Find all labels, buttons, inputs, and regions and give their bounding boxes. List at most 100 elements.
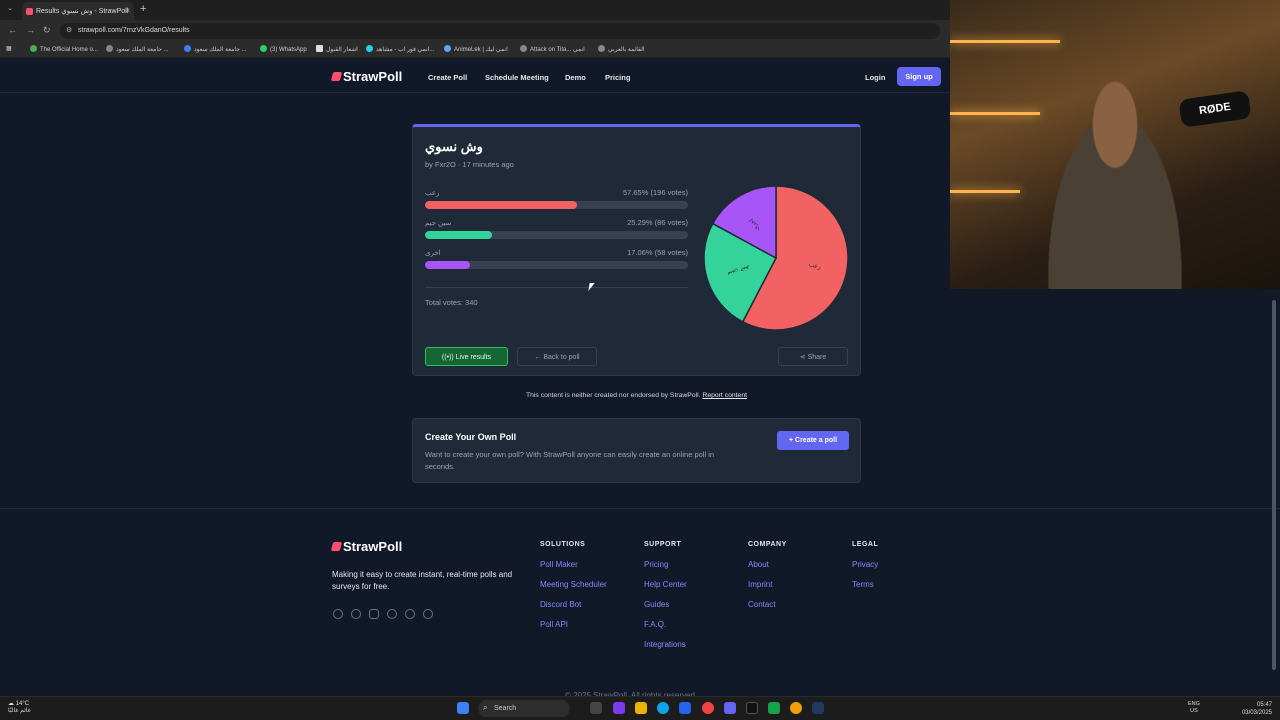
instagram-icon[interactable] bbox=[369, 609, 379, 619]
app-icon[interactable] bbox=[679, 702, 691, 714]
url-text: strawpoll.com/7rnzVkGdanO/results bbox=[78, 27, 190, 34]
app-icon[interactable] bbox=[746, 702, 758, 714]
share-button[interactable]: ⋖ Share bbox=[778, 347, 848, 366]
create-a-poll-button[interactable]: + Create a poll bbox=[777, 431, 849, 450]
footer-link[interactable]: Guides bbox=[644, 600, 669, 609]
plus-icon: + bbox=[788, 437, 794, 444]
poll-results-card: وش نسوي by Fxr2O · 17 minutes ago رعب 57… bbox=[412, 124, 861, 376]
footer-link[interactable]: Contact bbox=[748, 600, 776, 609]
footer-link[interactable]: Imprint bbox=[748, 580, 772, 589]
option-label: اخرى bbox=[425, 250, 441, 257]
windows-taskbar: ☁ 14°C غائم غالبًا ⌕ Search ENG US 05:47… bbox=[0, 696, 1280, 720]
close-tab-icon[interactable]: × bbox=[125, 6, 130, 15]
edge-icon[interactable] bbox=[657, 702, 669, 714]
twitter-icon[interactable] bbox=[351, 609, 361, 619]
footer-heading-company: COMPANY bbox=[748, 541, 787, 548]
language-indicator[interactable]: ENG US bbox=[1188, 701, 1200, 715]
bookmark-item[interactable]: Attack on Tita... انمي bbox=[520, 45, 585, 53]
system-clock[interactable]: 05:47 03/03/2025 bbox=[1236, 701, 1272, 717]
option-stat: 17.06% (58 votes) bbox=[627, 248, 688, 257]
bookmark-item[interactable]: AnimeLek | انمي ليك bbox=[444, 45, 508, 53]
steam-icon[interactable] bbox=[812, 702, 824, 714]
signup-button[interactable]: Sign up bbox=[897, 67, 941, 86]
taskbar-search[interactable]: ⌕ Search bbox=[478, 700, 570, 717]
total-votes: Total votes: 340 bbox=[425, 298, 478, 307]
footer-heading-legal: LEGAL bbox=[852, 541, 879, 548]
footer-link[interactable]: Discord Bot bbox=[540, 600, 581, 609]
strawpoll-logo[interactable]: StrawPoll bbox=[330, 69, 402, 84]
bookmark-item[interactable]: The Official Home o... bbox=[30, 45, 98, 53]
app-icon[interactable] bbox=[768, 702, 780, 714]
bookmark-item[interactable]: انمي فور اب - مشاهد... bbox=[366, 45, 434, 53]
cloud-icon: ☁ bbox=[8, 701, 14, 707]
footer-link[interactable]: Integrations bbox=[644, 640, 686, 649]
bookmark-item[interactable]: اشعار القبول bbox=[316, 45, 358, 53]
results-pie-chart: رعبسين جيماخرى bbox=[703, 185, 849, 331]
nav-demo[interactable]: Demo bbox=[565, 73, 586, 82]
live-results-button[interactable]: ((•)) Live results bbox=[425, 347, 508, 366]
reload-icon[interactable]: ↻ bbox=[43, 25, 51, 36]
footer-link[interactable]: About bbox=[748, 560, 769, 569]
login-link[interactable]: Login bbox=[865, 73, 885, 82]
forward-arrow-icon[interactable]: → bbox=[26, 25, 35, 35]
footer-link[interactable]: Terms bbox=[852, 580, 874, 589]
discord-app-icon[interactable] bbox=[724, 702, 736, 714]
new-tab-icon[interactable]: + bbox=[140, 3, 146, 15]
nav-create-poll[interactable]: Create Poll bbox=[428, 73, 467, 82]
bookmark-item[interactable]: جامعة الملك سعود ... bbox=[184, 45, 247, 53]
file-explorer-icon[interactable] bbox=[635, 702, 647, 714]
tab-menu-icon[interactable]: ⌄ bbox=[4, 3, 16, 15]
footer-link[interactable]: Pricing bbox=[644, 560, 668, 569]
nav-pricing[interactable]: Pricing bbox=[605, 73, 630, 82]
browser-tab[interactable]: Results وش نسوي - StrawPoll × bbox=[22, 2, 134, 20]
back-arrow-icon[interactable]: ← bbox=[8, 25, 17, 35]
option-bar-track bbox=[425, 261, 688, 269]
search-icon: ⌕ bbox=[483, 703, 488, 712]
back-to-poll-button[interactable]: ← Back to poll bbox=[517, 347, 597, 366]
footer-logo[interactable]: StrawPoll bbox=[330, 539, 402, 554]
create-poll-card: Create Your Own Poll Want to create your… bbox=[412, 418, 861, 483]
footer-link[interactable]: Privacy bbox=[852, 560, 878, 569]
site-info-icon[interactable]: ⚙ bbox=[66, 26, 72, 34]
github-icon[interactable] bbox=[405, 609, 415, 619]
option-bar-fill bbox=[425, 261, 470, 269]
bookmark-item[interactable]: (3) WhatsApp bbox=[260, 45, 307, 53]
windows-start-icon[interactable] bbox=[457, 702, 469, 714]
footer-heading-support: SUPPORT bbox=[644, 541, 682, 548]
option-bar-track bbox=[425, 201, 688, 209]
chrome-icon[interactable] bbox=[790, 702, 802, 714]
footer-link[interactable]: Poll Maker bbox=[540, 560, 578, 569]
report-content-link[interactable]: Report content bbox=[702, 392, 747, 399]
option-label: سين جيم bbox=[425, 220, 452, 227]
footer-link[interactable]: Poll API bbox=[540, 620, 568, 629]
url-field[interactable]: ⚙ strawpoll.com/7rnzVkGdanO/results bbox=[60, 23, 940, 39]
divider bbox=[425, 287, 688, 288]
footer-link[interactable]: Help Center bbox=[644, 580, 687, 589]
create-poll-title: Create Your Own Poll bbox=[425, 432, 517, 442]
footer-tagline: Making it easy to create instant, real-t… bbox=[332, 570, 513, 591]
weather-widget[interactable]: ☁ 14°C غائم غالبًا bbox=[8, 701, 31, 715]
browser-tab-bar: ⌄ Results وش نسوي - StrawPoll × + bbox=[0, 0, 950, 20]
poll-meta: by Fxr2O · 17 minutes ago bbox=[425, 160, 514, 169]
bookmark-item[interactable]: جامعة الملك سعود ... bbox=[106, 45, 169, 53]
share-icon: ⋖ bbox=[799, 354, 806, 361]
site-footer: StrawPoll Making it easy to create insta… bbox=[0, 508, 1280, 700]
task-view-icon[interactable] bbox=[590, 702, 602, 714]
webcam-overlay: RØDE bbox=[950, 0, 1280, 289]
footer-link[interactable]: Meeting Scheduler bbox=[540, 580, 607, 589]
facebook-icon[interactable] bbox=[387, 609, 397, 619]
discord-icon[interactable] bbox=[333, 609, 343, 619]
nav-schedule-meeting[interactable]: Schedule Meeting bbox=[485, 73, 549, 82]
arrow-left-icon: ← bbox=[534, 354, 542, 361]
footer-link[interactable]: F.A.Q. bbox=[644, 620, 666, 629]
scrollbar[interactable] bbox=[1272, 300, 1276, 670]
bookmark-item[interactable]: القائمة بالعربي bbox=[598, 45, 645, 53]
option-stat: 57.65% (196 votes) bbox=[622, 188, 688, 197]
app-icon[interactable] bbox=[702, 702, 714, 714]
tab-title: Results وش نسوي - StrawPoll bbox=[36, 8, 129, 15]
apps-grid-icon[interactable]: ▦ bbox=[6, 45, 12, 52]
option-bar-track bbox=[425, 231, 688, 239]
reddit-icon[interactable] bbox=[423, 609, 433, 619]
app-icon[interactable] bbox=[613, 702, 625, 714]
shelf-light bbox=[950, 112, 1040, 115]
